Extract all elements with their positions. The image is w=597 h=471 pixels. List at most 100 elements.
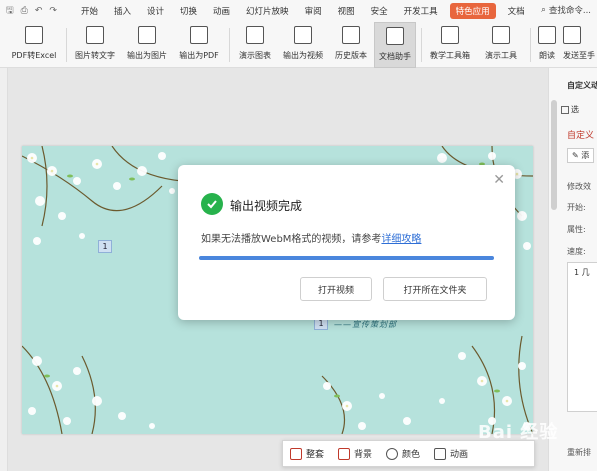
ribbon-label: 发送至手 (563, 51, 595, 60)
export-video-button[interactable]: 输出为视频 (280, 22, 326, 68)
property-label: 属性: (567, 225, 586, 234)
animation-list-item[interactable]: 1 几 (574, 267, 590, 278)
export-video-icon (294, 26, 312, 44)
dialog-title: 输出视频完成 (230, 199, 303, 213)
ribbon-label: 演示图表 (239, 51, 271, 60)
guide-link[interactable]: 详细攻略 (381, 234, 421, 245)
check-circle-icon (201, 193, 223, 215)
menu-home[interactable]: 开始 (73, 5, 106, 17)
ribbon: PDF转Excel 图片转文字 输出为图片 输出为PDF 演示图表 输出为视频 … (0, 22, 597, 68)
dialog-message-text: 如果无法播放WebM格式的视频，请参考 (201, 234, 382, 245)
export-progress-bar (199, 256, 494, 260)
menu-transition[interactable]: 切换 (172, 5, 205, 17)
pdf-to-excel-button[interactable]: PDF转Excel (8, 22, 60, 68)
menu-document[interactable]: 文档 (500, 5, 533, 17)
menu-review[interactable]: 审阅 (297, 5, 330, 17)
menu-insert[interactable]: 插入 (106, 5, 139, 17)
custom-animation-label: 自定义 (567, 131, 595, 141)
print-icon[interactable]: ⎙ (21, 6, 28, 16)
background-button[interactable]: 背景 (331, 447, 379, 460)
undo-icon[interactable]: ↶ (35, 6, 43, 16)
ribbon-label: 输出为视频 (283, 51, 323, 60)
doc-assistant-button[interactable]: 文档助手 (374, 22, 416, 68)
doc-assistant-icon (386, 27, 404, 45)
menu-view[interactable]: 视图 (330, 5, 363, 17)
animation-order-badge[interactable]: 1 (98, 240, 112, 253)
thumbnail-panel-edge (0, 68, 8, 471)
read-aloud-button[interactable]: 朗读 (534, 22, 560, 68)
select-pane-button[interactable]: 选 (561, 104, 579, 115)
ribbon-label: 图片转文字 (75, 51, 115, 60)
history-icon (342, 26, 360, 44)
background-label: 背景 (354, 450, 373, 460)
export-image-icon (138, 26, 156, 44)
export-complete-dialog: ✕ 输出视频完成 如果无法播放WebM格式的视频，请参考详细攻略 打开视频 打开… (178, 165, 515, 320)
slide-beautify-toolbar: 整套 背景 颜色 动画 (282, 440, 535, 467)
panel-scrollbar[interactable] (551, 100, 557, 210)
send-phone-button[interactable]: 发送至手 (563, 22, 597, 68)
send-phone-icon (563, 26, 581, 44)
animation-list[interactable]: 1 几 (567, 262, 597, 412)
search-command[interactable]: ⌕ 查找命令... (541, 4, 591, 16)
ribbon-label: 朗读 (539, 51, 555, 60)
chart-button[interactable]: 演示图表 (234, 22, 276, 68)
theme-set-button[interactable]: 整套 (283, 447, 331, 460)
background-icon (338, 447, 351, 460)
add-effect-button[interactable]: ✎ 添 (567, 148, 595, 163)
color-label: 颜色 (402, 450, 421, 460)
ribbon-label: PDF转Excel (11, 51, 57, 60)
quick-access: 🖫 ⎙ ↶ ↷ (0, 0, 57, 22)
speed-label: 速度: (567, 247, 586, 256)
slide-subtitle[interactable]: ——宣传策划部 (334, 319, 397, 330)
modify-effect-label: 修改效 (567, 182, 591, 191)
image-to-text-button[interactable]: 图片转文字 (72, 22, 118, 68)
present-tools-icon (492, 26, 510, 44)
ribbon-label: 输出为PDF (179, 51, 219, 60)
export-pdf-button[interactable]: 输出为PDF (176, 22, 222, 68)
open-folder-button[interactable]: 打开所在文件夹 (383, 277, 487, 301)
ribbon-label: 演示工具 (485, 51, 517, 60)
theme-icon (290, 447, 302, 460)
color-button[interactable]: 颜色 (379, 447, 427, 460)
image-text-icon (86, 26, 104, 44)
read-aloud-icon (538, 26, 556, 44)
progress-fill (199, 256, 494, 260)
rearrange-label: 重新排 (567, 448, 591, 457)
present-tools-button[interactable]: 演示工具 (478, 22, 524, 68)
export-pdf-icon (190, 26, 208, 44)
teaching-icon (441, 26, 459, 44)
animation-button[interactable]: 动画 (427, 447, 475, 460)
menu-design[interactable]: 设计 (139, 5, 172, 17)
export-image-button[interactable]: 输出为图片 (124, 22, 170, 68)
pencil-icon: ✎ (572, 151, 579, 160)
theme-set-label: 整套 (306, 450, 325, 460)
select-icon (561, 105, 569, 114)
search-label: 查找命令... (548, 6, 591, 16)
search-icon: ⌕ (541, 5, 546, 15)
history-button[interactable]: 历史版本 (330, 22, 372, 68)
baidu-watermark: Bai 经验 (478, 422, 559, 443)
menu-animation[interactable]: 动画 (205, 5, 238, 17)
ribbon-label: 输出为图片 (127, 51, 167, 60)
add-effect-label: 添 (581, 151, 590, 160)
open-video-button[interactable]: 打开视频 (300, 277, 372, 301)
pdf-excel-icon (25, 26, 43, 44)
menu-security[interactable]: 安全 (363, 5, 396, 17)
select-label: 选 (571, 105, 579, 114)
ribbon-label: 文档助手 (379, 52, 411, 61)
menu-developer[interactable]: 开发工具 (396, 5, 446, 17)
save-icon[interactable]: 🖫 (6, 3, 14, 19)
menu-items: 开始 插入 设计 切换 动画 幻灯片放映 审阅 视图 安全 开发工具 特色应用 … (73, 0, 533, 22)
ribbon-label: 历史版本 (335, 51, 367, 60)
menu-bar: 🖫 ⎙ ↶ ↷ 开始 插入 设计 切换 动画 幻灯片放映 审阅 视图 安全 开发… (0, 0, 597, 22)
ribbon-label: 教学工具箱 (430, 51, 470, 60)
close-icon[interactable]: ✕ (493, 173, 505, 187)
animation-icon (434, 447, 447, 460)
menu-slideshow[interactable]: 幻灯片放映 (238, 5, 297, 17)
menu-special-apps[interactable]: 特色应用 (449, 3, 496, 19)
start-label: 开始: (567, 203, 586, 212)
redo-icon[interactable]: ↷ (49, 6, 57, 16)
chart-icon (246, 26, 264, 44)
panel-title: 自定义动 (567, 81, 597, 90)
teaching-toolbox-button[interactable]: 教学工具箱 (426, 22, 474, 68)
